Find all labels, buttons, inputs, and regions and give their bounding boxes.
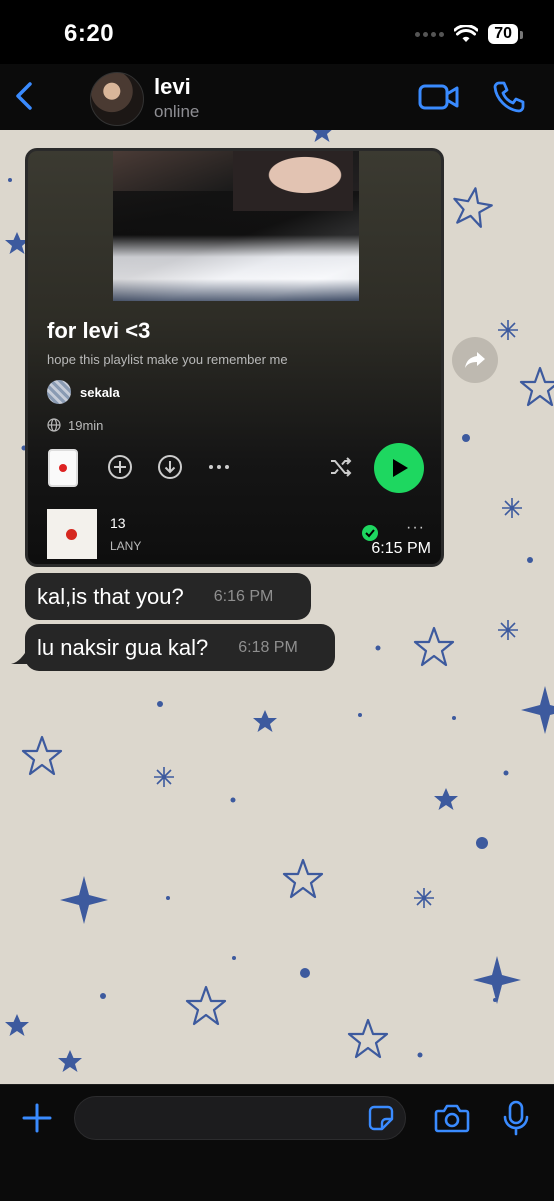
- contact-avatar[interactable]: [90, 72, 144, 126]
- status-bar: 6:20 70: [0, 0, 554, 64]
- shuffle-icon[interactable]: [328, 454, 354, 480]
- globe-icon: [47, 418, 61, 432]
- message-time: 6:16 PM: [213, 587, 274, 605]
- playlist-description: hope this playlist make you remember me: [47, 352, 288, 367]
- playlist-title: for levi <3: [47, 318, 151, 343]
- status-icons: 70: [415, 24, 523, 44]
- play-button[interactable]: [374, 443, 424, 493]
- status-time: 6:20: [64, 20, 115, 47]
- chat-header: levi online: [0, 64, 554, 131]
- forward-button[interactable]: [452, 337, 498, 383]
- more-options-icon[interactable]: [206, 454, 232, 480]
- message-time: 6:18 PM: [238, 638, 298, 656]
- video-call-button[interactable]: [418, 82, 460, 112]
- microphone-button[interactable]: [502, 1100, 530, 1136]
- cellular-signal-icon: [415, 31, 445, 37]
- message-input[interactable]: [74, 1096, 406, 1140]
- check-icon: [362, 525, 378, 541]
- playlist-owner[interactable]: sekala: [80, 385, 120, 400]
- attach-plus-button[interactable]: [22, 1103, 52, 1133]
- message-text: kal,is that you?: [37, 583, 184, 609]
- forward-icon: [465, 352, 485, 368]
- owner-avatar: [47, 380, 71, 404]
- spotify-playlist-card[interactable]: for levi <3 hope this playlist make you …: [25, 148, 444, 567]
- message-timestamp: 6:15 PM: [371, 540, 431, 557]
- download-icon[interactable]: [157, 454, 183, 480]
- play-icon: [393, 459, 408, 477]
- message-text: lu naksir gua kal?: [37, 634, 209, 660]
- track-artwork[interactable]: [47, 509, 97, 559]
- chat-area[interactable]: for levi <3 hope this playlist make you …: [0, 130, 554, 1084]
- contact-status: online: [154, 102, 200, 121]
- add-icon[interactable]: [107, 454, 133, 480]
- message-bubble[interactable]: kal,is that you? 6:16 PM: [25, 573, 311, 620]
- bubble-tail: [11, 650, 27, 664]
- track-more-icon[interactable]: ···: [406, 519, 425, 537]
- wifi-icon: [454, 25, 479, 42]
- message-bubble[interactable]: lu naksir gua kal? 6:18 PM: [25, 624, 335, 671]
- playlist-cover-image[interactable]: [113, 151, 359, 301]
- battery-indicator: 70: [488, 24, 523, 44]
- track-title[interactable]: 13: [110, 515, 126, 531]
- camera-button[interactable]: [434, 1103, 470, 1133]
- sticker-icon[interactable]: [368, 1105, 394, 1131]
- playlist-duration: 19min: [68, 418, 104, 433]
- voice-call-button[interactable]: [492, 80, 526, 114]
- message-input-bar: [0, 1084, 554, 1201]
- playlist-thumbnail-button[interactable]: [48, 449, 78, 487]
- track-artist[interactable]: LANY: [110, 539, 141, 553]
- contact-name[interactable]: levi: [154, 74, 191, 100]
- back-button[interactable]: [8, 78, 44, 114]
